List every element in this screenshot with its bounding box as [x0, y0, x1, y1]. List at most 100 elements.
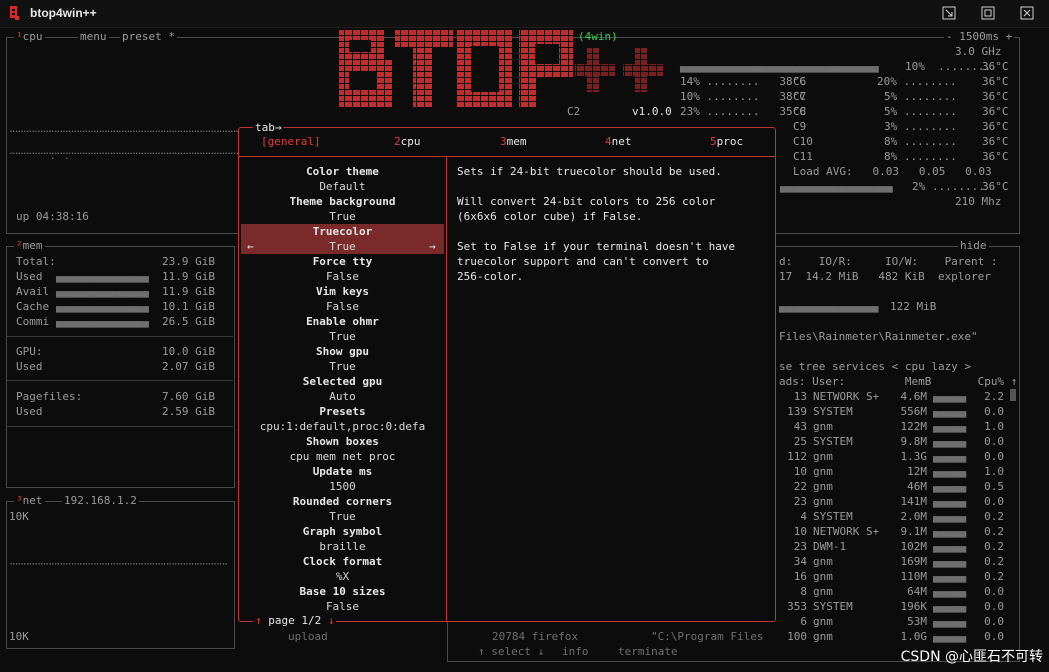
- proc-cell-mem[interactable]: 4.6M: [893, 389, 928, 404]
- option-value[interactable]: cpu:1:default,proc:0:defa: [239, 419, 446, 434]
- proc-cell-user[interactable]: gnm: [813, 449, 893, 464]
- restore-icon[interactable]: [981, 6, 995, 20]
- proc-cell-mem[interactable]: 169M: [893, 554, 928, 569]
- proc-cell-mem[interactable]: 122M: [893, 419, 928, 434]
- proc-cell-user[interactable]: DWM-1: [813, 539, 893, 554]
- proc-cell-user[interactable]: gnm: [813, 464, 893, 479]
- page-down-icon[interactable]: ↓: [328, 614, 335, 627]
- proc-cell-user[interactable]: gnm: [813, 584, 893, 599]
- proc-cell-user[interactable]: SYSTEM: [813, 599, 893, 614]
- proc-cell-threads[interactable]: 13: [779, 389, 807, 404]
- proc-cell-mem[interactable]: 1.0G: [893, 629, 928, 644]
- close-icon[interactable]: [1020, 6, 1034, 20]
- proc-cell-mem[interactable]: 46M: [893, 479, 927, 494]
- option-value[interactable]: Auto: [239, 389, 446, 404]
- proc-cell-user[interactable]: SYSTEM: [813, 404, 893, 419]
- proc-cell-user[interactable]: gnm: [813, 629, 893, 644]
- proc-cell-mem[interactable]: 1.3G: [893, 449, 928, 464]
- proc-cell-mem[interactable]: 9.8M: [893, 434, 928, 449]
- footer-info[interactable]: info: [562, 644, 589, 659]
- net-box-label[interactable]: ³net: [14, 494, 45, 507]
- proc-cell-mem[interactable]: 53M: [893, 614, 927, 629]
- proc-cell-threads[interactable]: 23: [779, 539, 807, 554]
- proc-cell-mem[interactable]: 2.0M: [893, 509, 928, 524]
- option-name[interactable]: Theme background: [239, 194, 446, 209]
- proc-cell-threads[interactable]: 100: [779, 629, 807, 644]
- option-value[interactable]: True: [239, 329, 446, 344]
- proc-cell-mem[interactable]: 110M: [893, 569, 928, 584]
- proc-columns[interactable]: ads: User: MemB Cpu% ↑: [779, 374, 1017, 389]
- proc-scrollbar[interactable]: [1010, 389, 1016, 401]
- proc-cell-threads[interactable]: 43: [779, 419, 807, 434]
- proc-cell-threads[interactable]: 16: [779, 569, 807, 584]
- cpu-box-label[interactable]: ¹cpu: [14, 30, 45, 43]
- page-indicator[interactable]: ↑ page 1/2 ↓: [253, 613, 337, 628]
- proc-cell-cpu[interactable]: 0.0: [978, 449, 1004, 464]
- menu-label[interactable]: menu: [78, 30, 109, 43]
- proc-cell-threads[interactable]: 10: [779, 524, 807, 539]
- proc-bottom-row[interactable]: 20784 firefox "C:\Program Files: [492, 629, 764, 644]
- option-name[interactable]: Shown boxes: [239, 434, 446, 449]
- proc-cell-threads[interactable]: 23: [779, 494, 807, 509]
- hide-label[interactable]: hide: [958, 239, 989, 252]
- option-value[interactable]: True: [239, 509, 446, 524]
- proc-cell-mem[interactable]: 12M: [893, 464, 927, 479]
- option-value[interactable]: True: [239, 359, 446, 374]
- proc-cell-cpu[interactable]: 0.2: [978, 539, 1004, 554]
- proc-cell-threads[interactable]: 34: [779, 554, 807, 569]
- option-value[interactable]: False: [239, 599, 446, 614]
- page-up-icon[interactable]: ↑: [255, 614, 262, 627]
- tab-proc[interactable]: 5proc: [710, 134, 743, 149]
- footer-terminate[interactable]: terminate: [618, 644, 678, 659]
- option-value[interactable]: Default: [239, 179, 446, 194]
- proc-cell-mem[interactable]: 102M: [893, 539, 928, 554]
- proc-cell-cpu[interactable]: 0.0: [978, 599, 1004, 614]
- proc-cell-threads[interactable]: 353: [779, 599, 807, 614]
- proc-cell-cpu[interactable]: 2.2: [978, 389, 1004, 404]
- option-value[interactable]: False: [239, 299, 446, 314]
- option-name[interactable]: Truecolor: [239, 224, 446, 239]
- proc-cell-threads[interactable]: 112: [779, 449, 807, 464]
- option-name[interactable]: Clock format: [239, 554, 446, 569]
- proc-cell-mem[interactable]: 9.1M: [893, 524, 928, 539]
- option-value[interactable]: False: [239, 269, 446, 284]
- option-value[interactable]: cpu mem net proc: [239, 449, 446, 464]
- footer-select[interactable]: ↑ select ↓: [478, 644, 544, 659]
- proc-cell-user[interactable]: SYSTEM: [813, 434, 893, 449]
- proc-cell-cpu[interactable]: 0.0: [978, 494, 1004, 509]
- option-name[interactable]: Color theme: [239, 164, 446, 179]
- option-name[interactable]: Base 10 sizes: [239, 584, 446, 599]
- proc-cell-cpu[interactable]: 1.0: [978, 419, 1004, 434]
- option-name[interactable]: Selected gpu: [239, 374, 446, 389]
- minimize-icon[interactable]: [942, 6, 956, 20]
- proc-tabs[interactable]: se tree services < cpu lazy >: [779, 359, 971, 374]
- proc-cell-user[interactable]: NETWORK S+: [813, 524, 893, 539]
- proc-cell-mem[interactable]: 141M: [893, 494, 928, 509]
- proc-cell-cpu[interactable]: 0.2: [978, 524, 1004, 539]
- proc-cell-cpu[interactable]: 0.0: [978, 404, 1004, 419]
- proc-cell-mem[interactable]: 196K: [893, 599, 928, 614]
- proc-cell-mem[interactable]: 556M: [893, 404, 928, 419]
- proc-cell-cpu[interactable]: 0.0: [978, 584, 1004, 599]
- proc-cell-user[interactable]: gnm: [813, 554, 893, 569]
- proc-cell-user[interactable]: gnm: [813, 494, 893, 509]
- proc-cell-cpu[interactable]: 0.2: [978, 509, 1004, 524]
- option-name[interactable]: Rounded corners: [239, 494, 446, 509]
- update-interval[interactable]: - 1500ms +: [944, 30, 1015, 43]
- proc-cell-mem[interactable]: 64M: [893, 584, 927, 599]
- preset-label[interactable]: preset *: [120, 30, 177, 43]
- proc-cell-user[interactable]: SYSTEM: [813, 509, 893, 524]
- option-name[interactable]: Presets: [239, 404, 446, 419]
- tab-general[interactable]: [general]: [261, 134, 321, 149]
- option-value[interactable]: 1500: [239, 479, 446, 494]
- tab-mem[interactable]: 3mem: [500, 134, 527, 149]
- proc-cell-user[interactable]: gnm: [813, 479, 893, 494]
- option-value[interactable]: %X: [239, 569, 446, 584]
- option-name[interactable]: Force tty: [239, 254, 446, 269]
- mem-box-label[interactable]: ²mem: [14, 239, 45, 252]
- proc-cell-user[interactable]: gnm: [813, 569, 893, 584]
- proc-cell-threads[interactable]: 25: [779, 434, 807, 449]
- option-name[interactable]: Vim keys: [239, 284, 446, 299]
- proc-cell-user[interactable]: gnm: [813, 614, 893, 629]
- option-name[interactable]: Enable ohmr: [239, 314, 446, 329]
